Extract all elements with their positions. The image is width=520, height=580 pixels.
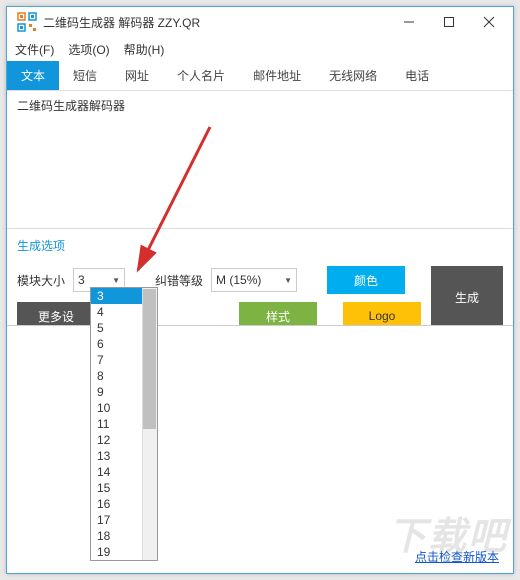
chevron-down-icon: ▼: [112, 276, 120, 285]
color-button[interactable]: 颜色: [327, 266, 405, 294]
menu-options[interactable]: 选项(O): [68, 41, 109, 58]
error-level-label: 纠错等级: [155, 272, 203, 289]
text-input-area[interactable]: 二维码生成器解码器: [7, 91, 513, 229]
menubar: 文件(F) 选项(O) 帮助(H): [7, 37, 513, 61]
titlebar: 二维码生成器 解码器 ZZY.QR: [7, 7, 513, 37]
module-size-dropdown[interactable]: 345678910111213141516171819: [90, 287, 158, 561]
module-size-value: 3: [78, 273, 85, 287]
check-update-link[interactable]: 点击检查新版本: [415, 548, 499, 565]
output-area: 点击检查新版本: [7, 325, 513, 573]
tab-vcard[interactable]: 个人名片: [163, 61, 239, 90]
app-window: 二维码生成器 解码器 ZZY.QR 文件(F) 选项(O) 帮助(H) 文本 短…: [6, 6, 514, 574]
tabs: 文本 短信 网址 个人名片 邮件地址 无线网络 电话: [7, 61, 513, 91]
tab-email[interactable]: 邮件地址: [239, 61, 315, 90]
error-level-value: M (15%): [216, 273, 261, 287]
window-controls: [389, 8, 509, 36]
scrollbar-thumb[interactable]: [143, 289, 156, 429]
module-size-label: 模块大小: [17, 272, 65, 289]
minimize-button[interactable]: [389, 8, 429, 36]
generate-button[interactable]: 生成: [431, 266, 503, 328]
menu-file[interactable]: 文件(F): [15, 41, 54, 58]
generate-section: 生成选项 模块大小 3 ▼ 纠错等级 M (15%) ▼ 颜色: [7, 229, 513, 330]
tab-wifi[interactable]: 无线网络: [315, 61, 391, 90]
tab-sms[interactable]: 短信: [59, 61, 111, 90]
chevron-down-icon: ▼: [284, 276, 292, 285]
window-title: 二维码生成器 解码器 ZZY.QR: [43, 14, 389, 31]
tab-phone[interactable]: 电话: [391, 61, 443, 90]
content-text: 二维码生成器解码器: [17, 99, 125, 113]
generate-title: 生成选项: [17, 237, 503, 254]
app-icon: [17, 12, 37, 32]
tab-text[interactable]: 文本: [7, 61, 59, 90]
close-button[interactable]: [469, 8, 509, 36]
error-level-select[interactable]: M (15%) ▼: [211, 268, 297, 292]
menu-help[interactable]: 帮助(H): [124, 41, 165, 58]
dropdown-scrollbar[interactable]: [142, 288, 157, 560]
maximize-button[interactable]: [429, 8, 469, 36]
tab-url[interactable]: 网址: [111, 61, 163, 90]
